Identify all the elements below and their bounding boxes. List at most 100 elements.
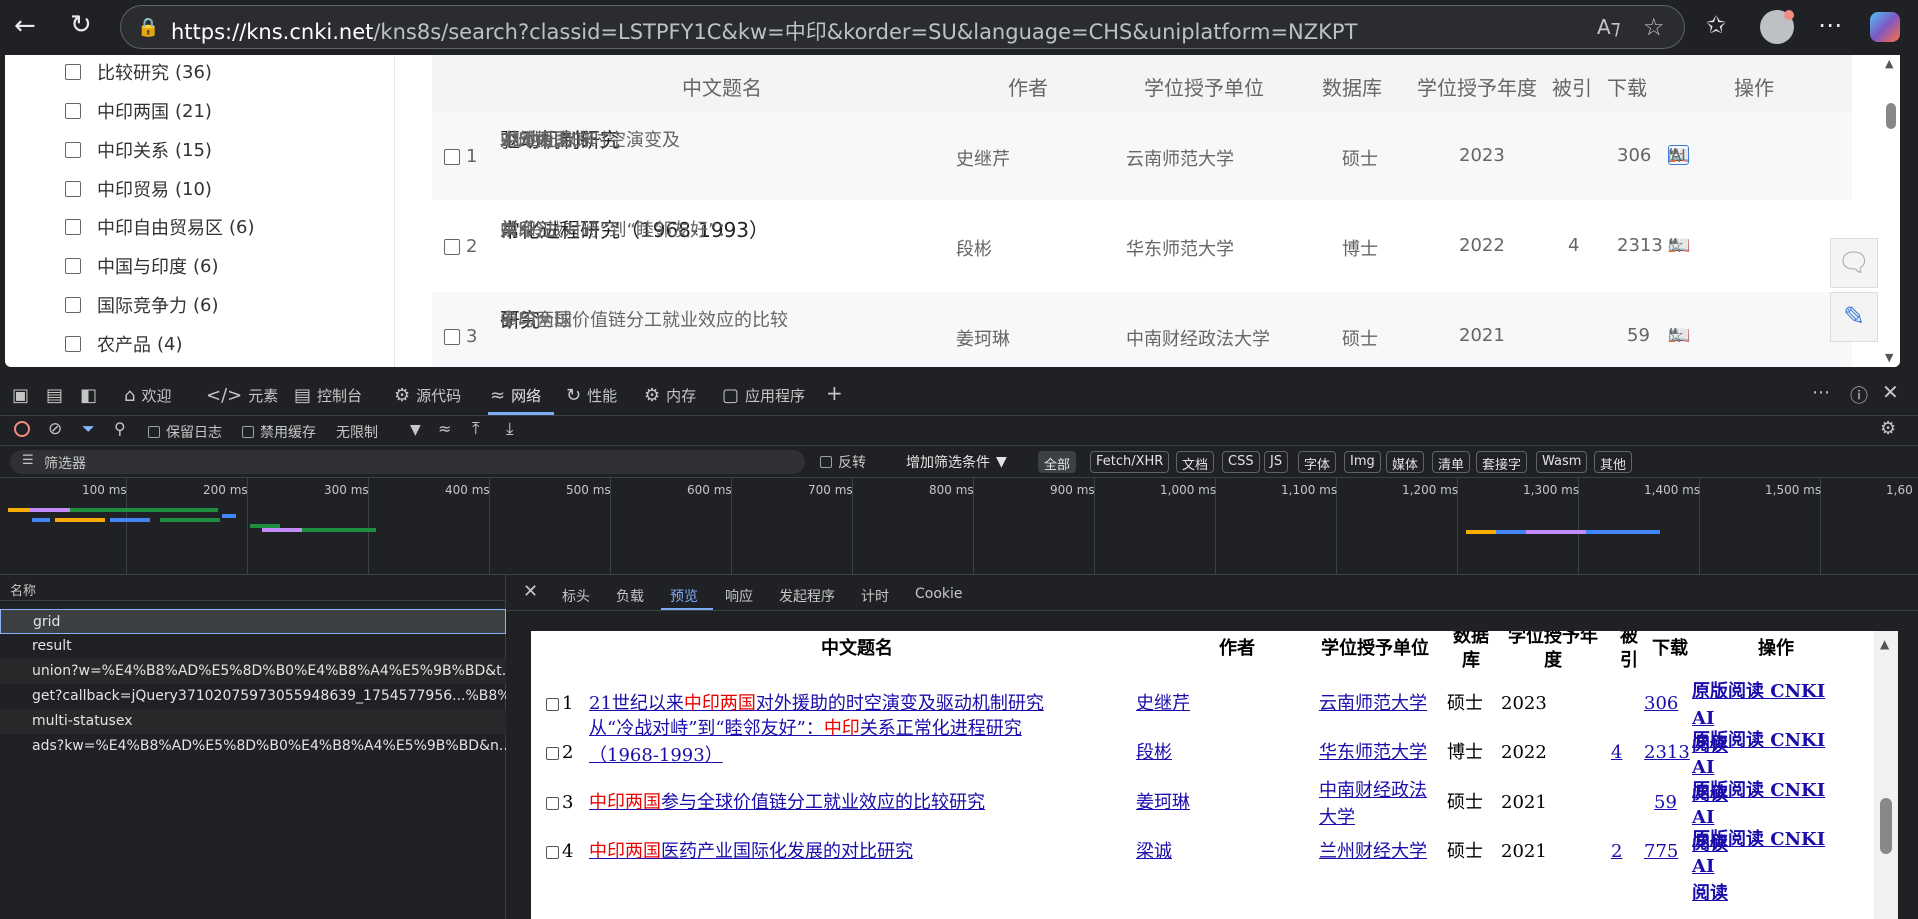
url-text[interactable]: https://kns.cnki.net/kns8s/search?classi…: [171, 16, 1357, 46]
row-unit[interactable]: 华东师范大学: [1126, 235, 1234, 261]
tab-timing[interactable]: 计时: [861, 586, 889, 606]
invert-checkbox[interactable]: 反转: [820, 452, 866, 472]
preview-author-link[interactable]: 梁诚: [1136, 838, 1172, 865]
row-title-link[interactable]: 21世纪以来 中印两国 对外援助的时空演变及 驱动机制研究: [500, 126, 940, 155]
facet-checkbox[interactable]: [65, 297, 81, 313]
chip-other[interactable]: 其他: [1594, 451, 1633, 473]
preview-author-link[interactable]: 段彬: [1136, 739, 1172, 766]
quote-icon[interactable]: ❝: [1668, 325, 1678, 346]
tab-cookie[interactable]: Cookie: [915, 586, 963, 602]
header-downloads[interactable]: 下载: [1607, 72, 1647, 101]
facet-checkbox[interactable]: [65, 336, 81, 352]
tab-memory[interactable]: ⚙ 内存: [644, 385, 696, 406]
facet-checkbox[interactable]: [65, 103, 81, 119]
dock-side-icon[interactable]: ◧: [80, 385, 97, 406]
lock-icon[interactable]: 🔒: [137, 17, 159, 38]
preview-row-checkbox[interactable]: [546, 846, 559, 859]
header-year[interactable]: 学位授予年度: [1417, 72, 1537, 101]
row-downloads[interactable]: 59: [1627, 325, 1650, 346]
scrollbar-thumb[interactable]: [1886, 103, 1896, 129]
facet-item[interactable]: 中印贸易 (10): [65, 174, 212, 204]
tab-preview[interactable]: 预览: [670, 586, 698, 606]
ai-icon[interactable]: AI: [1668, 145, 1689, 165]
chip-document[interactable]: 文档: [1176, 451, 1215, 473]
tab-network[interactable]: ≈ 网络: [490, 385, 541, 406]
chip-socket[interactable]: 套接字: [1476, 451, 1528, 473]
preview-unit-link[interactable]: 华东师范大学: [1319, 739, 1427, 766]
row-author[interactable]: 史继芹: [956, 145, 1010, 171]
original-read-link[interactable]: 原版阅读: [1692, 730, 1764, 751]
name-column-header[interactable]: 名称: [0, 575, 506, 601]
inspect-element-icon[interactable]: ▤: [46, 385, 63, 406]
settings-gear-icon[interactable]: ⚙: [1880, 418, 1896, 439]
row-downloads[interactable]: 2313: [1617, 235, 1663, 256]
preview-scrollbar[interactable]: ▲: [1874, 631, 1898, 919]
header-unit[interactable]: 学位授予单位: [1144, 72, 1264, 101]
header-title[interactable]: 中文题名: [682, 72, 762, 101]
chip-css[interactable]: CSS: [1222, 451, 1260, 473]
import-har-icon[interactable]: ⤒: [472, 419, 480, 439]
tab-application[interactable]: ▢ 应用程序: [722, 385, 805, 406]
original-read-link[interactable]: 原版阅读: [1692, 829, 1764, 850]
preview-title-link[interactable]: 从“冷战对峙”到“睦邻友好”：中印关系正常化进程研究 （1968-1993）: [589, 715, 1059, 769]
row-checkbox[interactable]: [444, 149, 460, 165]
chip-manifest[interactable]: 清单: [1432, 451, 1471, 473]
help-icon[interactable]: ⓘ: [1850, 382, 1868, 408]
facet-checkbox[interactable]: [65, 64, 81, 80]
facet-checkbox[interactable]: [65, 181, 81, 197]
request-row[interactable]: result: [0, 634, 506, 659]
network-timeline-overview[interactable]: 100 ms 200 ms 300 ms 400 ms 500 ms 600 m…: [0, 478, 1918, 575]
header-database[interactable]: 数据库: [1322, 72, 1382, 101]
throttle-select[interactable]: 无限制: [336, 422, 378, 442]
preserve-log-checkbox[interactable]: 保留日志: [148, 422, 222, 442]
disable-cache-checkbox[interactable]: 禁用缓存: [242, 422, 316, 442]
preview-title-link[interactable]: 中印两国医药产业国际化发展的对比研究: [589, 838, 1079, 865]
preview-title-link[interactable]: 21世纪以来中印两国对外援助的时空演变及驱动机制研究: [589, 690, 1079, 717]
cnki-ai-read-link-line2[interactable]: 阅读: [1692, 883, 1728, 904]
page-scrollbar[interactable]: ▲ ▼: [1882, 55, 1900, 367]
preview-cited-link[interactable]: 4: [1611, 739, 1622, 766]
preview-author-link[interactable]: 史继芹: [1136, 690, 1190, 717]
network-conditions-icon[interactable]: ≈: [438, 419, 451, 438]
tab-console[interactable]: ▤ 控制台: [294, 385, 362, 406]
tab-welcome[interactable]: ⌂ 欢迎: [124, 385, 171, 406]
row-checkbox[interactable]: [444, 239, 460, 255]
feedback-chat-icon[interactable]: 🗨: [1830, 238, 1878, 288]
scrollbar-thumb[interactable]: [1880, 798, 1892, 854]
tab-sources[interactable]: ⚙ 源代码: [394, 385, 461, 406]
facet-item[interactable]: 中国与印度 (6): [65, 251, 219, 281]
request-row[interactable]: union?w=%E4%B8%AD%E5%8D%B0%E4%B8%A4%E5%9…: [0, 659, 506, 684]
quote-icon[interactable]: ❝: [1668, 235, 1678, 256]
facet-item[interactable]: 国际竞争力 (6): [65, 290, 219, 320]
preview-downloads-link[interactable]: 306: [1644, 690, 1678, 717]
preview-author-link[interactable]: 姜珂琳: [1136, 789, 1190, 816]
chip-media[interactable]: 媒体: [1386, 451, 1425, 473]
back-arrow-icon[interactable]: ←: [14, 13, 36, 39]
checkbox-box[interactable]: [148, 426, 160, 438]
preview-unit-link[interactable]: 兰州财经大学: [1319, 838, 1427, 865]
close-panel-icon[interactable]: ✕: [523, 581, 538, 602]
facet-item[interactable]: 农产品 (4): [65, 329, 183, 359]
more-filters-dropdown[interactable]: 增加筛选条件 ▼: [906, 452, 1007, 472]
chip-fetch-xhr[interactable]: Fetch/XHR: [1090, 451, 1170, 473]
chip-font[interactable]: 字体: [1298, 451, 1337, 473]
search-icon[interactable]: ⚲: [114, 419, 126, 438]
request-row[interactable]: ads?kw=%E4%B8%AD%E5%8D%B0%E4%B8%A4%E5%9B…: [0, 734, 506, 759]
row-title-link[interactable]: 从“冷战对峙”到“睦邻友好”： 中印 关系正 常化进程研究（1968-1993）: [500, 216, 940, 245]
chip-all[interactable]: 全部: [1038, 451, 1077, 473]
row-cited[interactable]: 4: [1568, 235, 1579, 256]
tab-payload[interactable]: 负载: [616, 586, 644, 606]
filter-funnel-icon[interactable]: ⏷: [82, 419, 95, 439]
preview-row-checkbox[interactable]: [546, 698, 559, 711]
checkbox-box[interactable]: [820, 456, 832, 468]
favorite-star-icon[interactable]: ☆: [1643, 13, 1665, 41]
row-author[interactable]: 段彬: [956, 235, 992, 261]
filter-input[interactable]: ☰ 筛选器: [10, 450, 805, 474]
close-devtools-icon[interactable]: ✕: [1882, 380, 1899, 404]
row-title-link[interactable]: 中印两国 参与全球价值链分工就业效应的比较 研究: [500, 306, 940, 335]
request-row[interactable]: get?callback=jQuery37102075973055948639_…: [0, 684, 506, 709]
row-downloads[interactable]: 306: [1617, 145, 1651, 166]
device-toolbar-icon[interactable]: ▣: [12, 385, 29, 406]
tab-elements[interactable]: </> 元素: [206, 385, 278, 406]
refresh-icon[interactable]: ↻: [70, 12, 92, 38]
